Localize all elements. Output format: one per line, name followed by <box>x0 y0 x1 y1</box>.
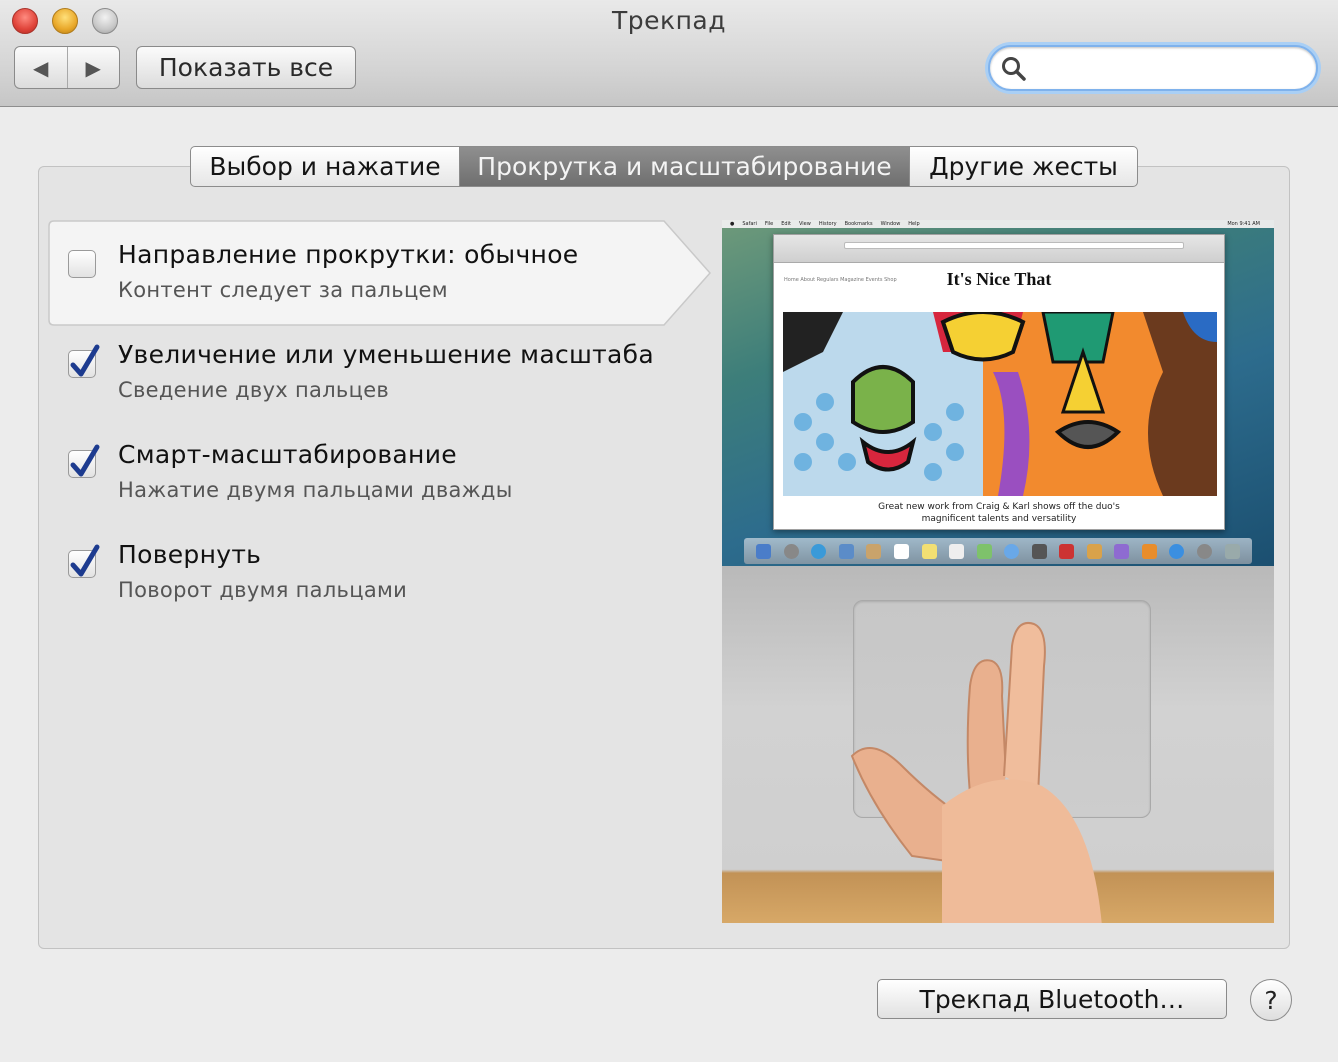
iphoto-icon <box>1086 543 1102 559</box>
preview-menu-item: Window <box>880 221 901 227</box>
show-all-button[interactable]: Показать все <box>136 46 356 89</box>
option-title: Повернуть <box>118 540 262 569</box>
contacts-icon <box>866 543 882 559</box>
maps-icon <box>976 543 992 559</box>
gesture-preview-video: ● Safari File Edit View History Bookmark… <box>722 220 1274 923</box>
title-bar: Трекпад ◀ ▶ Показать все <box>0 0 1338 107</box>
option-title: Увеличение или уменьшение масштаба <box>118 340 654 369</box>
scroll-direction-checkbox[interactable] <box>68 250 96 278</box>
itunes-icon <box>1114 543 1130 559</box>
preview-caption-line: Great new work from Craig & Karl shows o… <box>878 502 1120 512</box>
preview-artwork-image <box>783 312 1217 496</box>
preview-dock <box>744 538 1252 564</box>
option-subtitle: Поворот двумя пальцами <box>118 578 408 602</box>
option-rotate[interactable]: Повернуть Поворот двумя пальцами <box>68 540 708 610</box>
tab-scroll-and-zoom[interactable]: Прокрутка и масштабирование <box>459 147 909 186</box>
ibooks-icon <box>1141 543 1157 559</box>
checkmark-icon <box>70 544 100 577</box>
preview-menu-item: Safari <box>742 221 757 227</box>
calendar-icon <box>894 543 909 559</box>
window-title: Трекпад <box>611 6 727 35</box>
finder-icon <box>756 543 772 559</box>
system-preferences-icon <box>1197 543 1213 559</box>
rotate-checkbox[interactable] <box>68 544 100 578</box>
search-field-container <box>988 45 1318 91</box>
question-mark-icon: ? <box>1264 985 1278 1015</box>
apple-icon: ● <box>730 221 735 227</box>
back-arrow-icon: ◀ <box>33 55 49 80</box>
reminders-icon <box>949 543 965 559</box>
photo-booth-icon <box>1059 543 1075 559</box>
app-store-icon <box>1169 543 1185 559</box>
option-title: Смарт-масштабирование <box>118 440 457 469</box>
safari-icon <box>811 543 827 559</box>
back-forward-control: ◀ ▶ <box>14 46 120 89</box>
preview-trackpad-scene <box>722 566 1274 923</box>
two-finger-hand-icon <box>850 622 1102 923</box>
search-input[interactable] <box>1034 53 1304 83</box>
bluetooth-trackpad-button[interactable]: Трекпад Bluetooth… <box>877 979 1227 1019</box>
tab-point-and-click[interactable]: Выбор и нажатие <box>191 147 459 186</box>
preview-menu-item: View <box>798 221 811 227</box>
preview-clock: Mon 9:41 AM <box>1227 221 1260 227</box>
launchpad-icon <box>783 543 799 559</box>
option-subtitle: Нажатие двумя пальцами дважды <box>118 478 513 502</box>
tab-more-gestures[interactable]: Другие жесты <box>909 147 1137 186</box>
preview-menu-item: File <box>764 221 774 227</box>
option-subtitle: Контент следует за пальцем <box>118 278 448 302</box>
preview-menu-item: Help <box>908 221 920 227</box>
option-scroll-direction[interactable]: Направление прокрутки: обычное Контент с… <box>68 240 708 310</box>
trackpad-preferences-window: Трекпад ◀ ▶ Показать все Выбор и нажатие… <box>0 0 1338 1062</box>
option-smart-zoom[interactable]: Смарт-масштабирование Нажатие двумя паль… <box>68 440 708 510</box>
preview-menu-item: Edit <box>781 221 791 227</box>
help-button[interactable]: ? <box>1250 979 1292 1021</box>
notes-icon <box>921 543 937 559</box>
smart-zoom-checkbox[interactable] <box>68 444 100 478</box>
tab-bar: Выбор и нажатие Прокрутка и масштабирова… <box>190 146 1138 187</box>
preview-url-bar <box>844 242 1184 249</box>
zoom-in-out-checkbox[interactable] <box>68 344 100 378</box>
option-subtitle: Сведение двух пальцев <box>118 378 390 402</box>
preview-browser-window: Home About Regulars Magazine Events Shop… <box>773 234 1225 530</box>
preview-caption-line: magnificent talents and versatility <box>921 514 1077 524</box>
preview-mac-screen: ● Safari File Edit View History Bookmark… <box>722 220 1274 566</box>
forward-button[interactable]: ▶ <box>66 47 120 88</box>
facetime-icon <box>1031 543 1047 559</box>
back-button[interactable]: ◀ <box>15 47 67 88</box>
preview-menu-item: History <box>818 221 837 227</box>
preview-menubar: ● Safari File Edit View History Bookmark… <box>722 220 1274 228</box>
preview-browser-toolbar <box>774 235 1224 263</box>
preview-menu-item: Bookmarks <box>844 221 873 227</box>
forward-arrow-icon: ▶ <box>85 55 101 80</box>
checkmark-icon <box>70 344 100 377</box>
preview-site-title: It's Nice That <box>946 269 1052 289</box>
option-zoom-in-out[interactable]: Увеличение или уменьшение масштаба Сведе… <box>68 340 708 410</box>
option-title: Направление прокрутки: обычное <box>118 240 579 269</box>
preview-article-caption: Great new work from Craig & Karl shows o… <box>774 501 1224 525</box>
mail-icon <box>838 543 854 559</box>
search-icon <box>1002 57 1026 81</box>
trash-icon <box>1224 543 1240 559</box>
messages-icon <box>1004 543 1020 559</box>
checkmark-icon <box>70 444 100 477</box>
